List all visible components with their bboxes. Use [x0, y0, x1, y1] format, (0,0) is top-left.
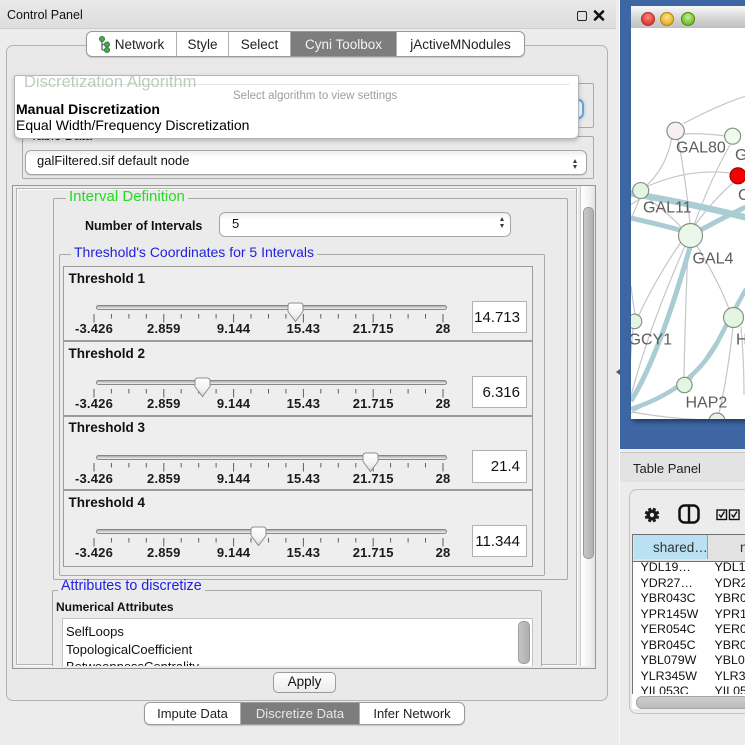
svg-text:GAL80: GAL80 — [676, 140, 726, 157]
svg-text:C: C — [738, 187, 745, 204]
svg-text:GA: GA — [735, 147, 745, 164]
svg-text:H: H — [736, 332, 745, 349]
svg-text:GCY1: GCY1 — [631, 332, 672, 349]
svg-text:GAL4: GAL4 — [693, 251, 734, 268]
svg-text:HAP2: HAP2 — [686, 395, 728, 412]
svg-text:GAL11: GAL11 — [643, 200, 692, 217]
